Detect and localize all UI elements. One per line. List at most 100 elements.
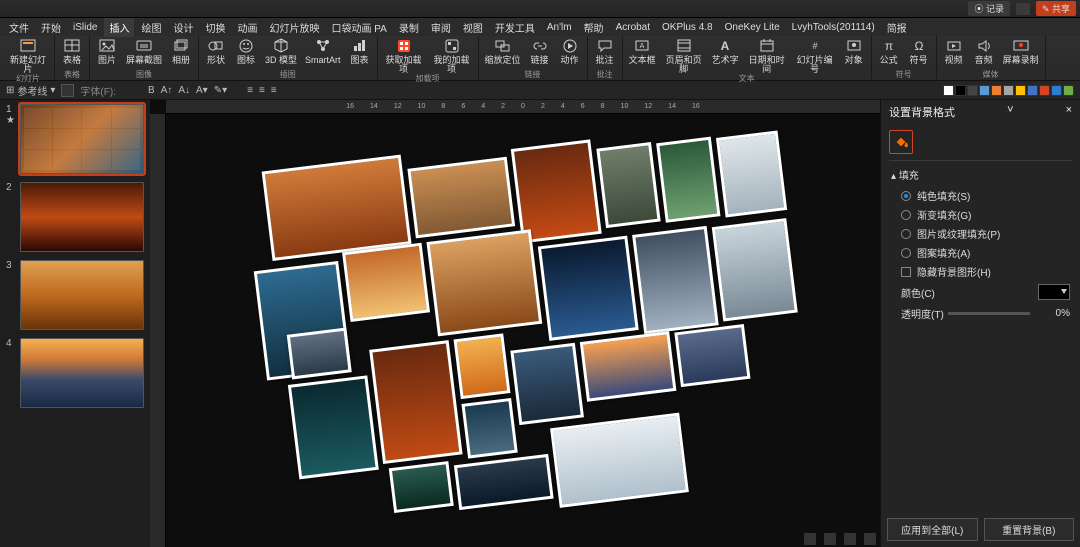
normal-view-icon[interactable] — [804, 533, 816, 545]
menu-tab-9[interactable]: 口袋动画 PA — [326, 18, 391, 37]
ribbon-smartart[interactable]: SmartArt — [303, 37, 343, 65]
share-button[interactable]: ✎ 共享 — [1036, 1, 1076, 16]
fill-section-header[interactable]: ▴ 填充 — [891, 167, 1070, 182]
ribbon-screenshot[interactable]: 屏幕截图 — [124, 37, 164, 65]
font-color[interactable]: A▾ — [196, 85, 208, 96]
collage-image-1[interactable] — [407, 156, 515, 238]
menu-tab-20[interactable]: 简报 — [882, 18, 912, 37]
ribbon-screenrec[interactable]: 屏幕录制 — [1001, 37, 1041, 65]
ribbon-symbol[interactable]: Ω符号 — [906, 37, 932, 65]
font-box[interactable] — [61, 84, 74, 97]
collage-image-7[interactable] — [342, 242, 430, 321]
swatch[interactable] — [955, 85, 966, 96]
menu-tab-15[interactable]: 帮助 — [579, 18, 609, 37]
guides-toggle[interactable]: ⊞ 参考线 ▾ — [6, 83, 55, 98]
record-button[interactable]: ⦿ 记录 — [968, 1, 1010, 16]
bold-button[interactable]: B — [148, 85, 155, 96]
ribbon-comment[interactable]: 批注 — [592, 37, 618, 65]
menu-tab-14[interactable]: An'lm — [542, 20, 577, 35]
collage-image-10[interactable] — [632, 225, 719, 333]
slide-thumb-1[interactable]: 1★ — [6, 104, 144, 174]
menu-tab-4[interactable]: 绘图 — [136, 18, 166, 37]
swatch[interactable] — [991, 85, 1002, 96]
panel-close[interactable]: × — [1066, 104, 1072, 120]
collage-image-21[interactable] — [454, 453, 554, 509]
fill-icon[interactable] — [889, 130, 913, 154]
fill-option-3[interactable]: 图案填充(A) — [891, 243, 1070, 262]
swatch[interactable] — [967, 85, 978, 96]
reading-view-icon[interactable] — [844, 533, 856, 545]
menu-tab-2[interactable]: iSlide — [68, 20, 102, 35]
collage-image-17[interactable] — [580, 331, 677, 402]
fill-option-2[interactable]: 图片或纹理填充(P) — [891, 224, 1070, 243]
slide-canvas[interactable]: 1614121086420246810121416 — [150, 100, 880, 547]
ribbon-picture[interactable]: 图片 — [94, 37, 120, 65]
slide-thumb-4[interactable]: 4 — [6, 338, 144, 408]
menu-tab-19[interactable]: LvyhTools(201114) — [787, 20, 880, 35]
swatch[interactable] — [943, 85, 954, 96]
ribbon-equation[interactable]: π公式 — [876, 37, 902, 65]
swatch[interactable] — [1027, 85, 1038, 96]
menu-tab-17[interactable]: OKPlus 4.8 — [657, 20, 718, 35]
menu-tab-8[interactable]: 幻灯片放映 — [264, 18, 324, 37]
menu-tab-7[interactable]: 动画 — [232, 18, 262, 37]
menu-tab-11[interactable]: 审阅 — [426, 18, 456, 37]
ribbon-addin-my[interactable]: 我的加载项 — [430, 37, 474, 74]
menu-tab-5[interactable]: 设计 — [168, 18, 198, 37]
collage-image-5[interactable] — [716, 130, 787, 217]
slide-thumb-2[interactable]: 2 — [6, 182, 144, 252]
highlight[interactable]: ✎▾ — [214, 85, 227, 96]
ribbon-object[interactable]: 对象 — [841, 37, 867, 65]
ribbon-new-slide[interactable]: 新建幻灯片 — [6, 37, 50, 74]
ribbon-action[interactable]: 动作 — [557, 37, 583, 65]
hide-bg-graphics[interactable]: 隐藏背景图形(H) — [891, 262, 1070, 281]
tool-indicator[interactable] — [1063, 85, 1074, 96]
collage-image-18[interactable] — [674, 324, 750, 387]
tool-indicator[interactable] — [1039, 85, 1050, 96]
slide-area[interactable] — [166, 114, 880, 547]
collage-image-20[interactable] — [389, 461, 454, 513]
menu-tab-18[interactable]: OneKey Lite — [720, 20, 785, 35]
collage-image-4[interactable] — [656, 136, 720, 222]
slide-thumb-3[interactable]: 3 — [6, 260, 144, 330]
ribbon-zoom[interactable]: 缩放定位 — [483, 37, 523, 65]
collage-image-8[interactable] — [426, 229, 542, 336]
align-center[interactable]: ≡ — [259, 85, 265, 96]
image-collage[interactable] — [221, 114, 826, 547]
collage-image-12[interactable] — [288, 375, 379, 479]
collage-image-11[interactable] — [712, 218, 798, 321]
reset-bg-button[interactable]: 重置背景(B) — [984, 518, 1075, 541]
transparency-slider[interactable]: 透明度(T) 0% — [891, 303, 1070, 324]
ribbon-header[interactable]: 页眉和页脚 — [662, 37, 706, 74]
apply-all-button[interactable]: 应用到全部(L) — [887, 518, 978, 541]
ribbon-chart[interactable]: 图表 — [347, 37, 373, 65]
menu-tab-12[interactable]: 视图 — [458, 18, 488, 37]
collage-image-15[interactable] — [454, 333, 511, 399]
ribbon-date[interactable]: 日期和时间 — [745, 37, 789, 74]
fontsize-down[interactable]: A↓ — [178, 85, 190, 96]
menu-tab-13[interactable]: 开发工具 — [490, 18, 540, 37]
align-left[interactable]: ≡ — [247, 85, 253, 96]
menu-tab-1[interactable]: 开始 — [36, 18, 66, 37]
sorter-view-icon[interactable] — [824, 533, 836, 545]
menu-tab-10[interactable]: 录制 — [394, 18, 424, 37]
slideshow-icon[interactable] — [864, 533, 876, 545]
panel-chevron[interactable]: ˅ — [1007, 104, 1013, 120]
collage-image-22[interactable] — [550, 412, 689, 507]
collage-image-16[interactable] — [510, 342, 584, 424]
menu-tab-6[interactable]: 切换 — [200, 18, 230, 37]
ribbon-table[interactable]: 表格 — [59, 37, 85, 65]
collage-image-0[interactable] — [262, 154, 412, 260]
fill-option-0[interactable]: 纯色填充(S) — [891, 186, 1070, 205]
ribbon-album[interactable]: 相册 — [168, 37, 194, 65]
collage-image-2[interactable] — [511, 139, 602, 243]
menu-tab-3[interactable]: 插入 — [104, 18, 134, 37]
ribbon-audio[interactable]: 音频 — [971, 37, 997, 65]
fill-option-1[interactable]: 渐变填充(G) — [891, 205, 1070, 224]
fontsize-up[interactable]: A↑ — [161, 85, 173, 96]
ribbon-icons[interactable]: 图标 — [233, 37, 259, 65]
tool-indicator[interactable] — [1051, 85, 1062, 96]
chat-icon[interactable] — [1016, 3, 1030, 15]
swatch[interactable] — [979, 85, 990, 96]
collage-image-14[interactable] — [287, 327, 352, 379]
